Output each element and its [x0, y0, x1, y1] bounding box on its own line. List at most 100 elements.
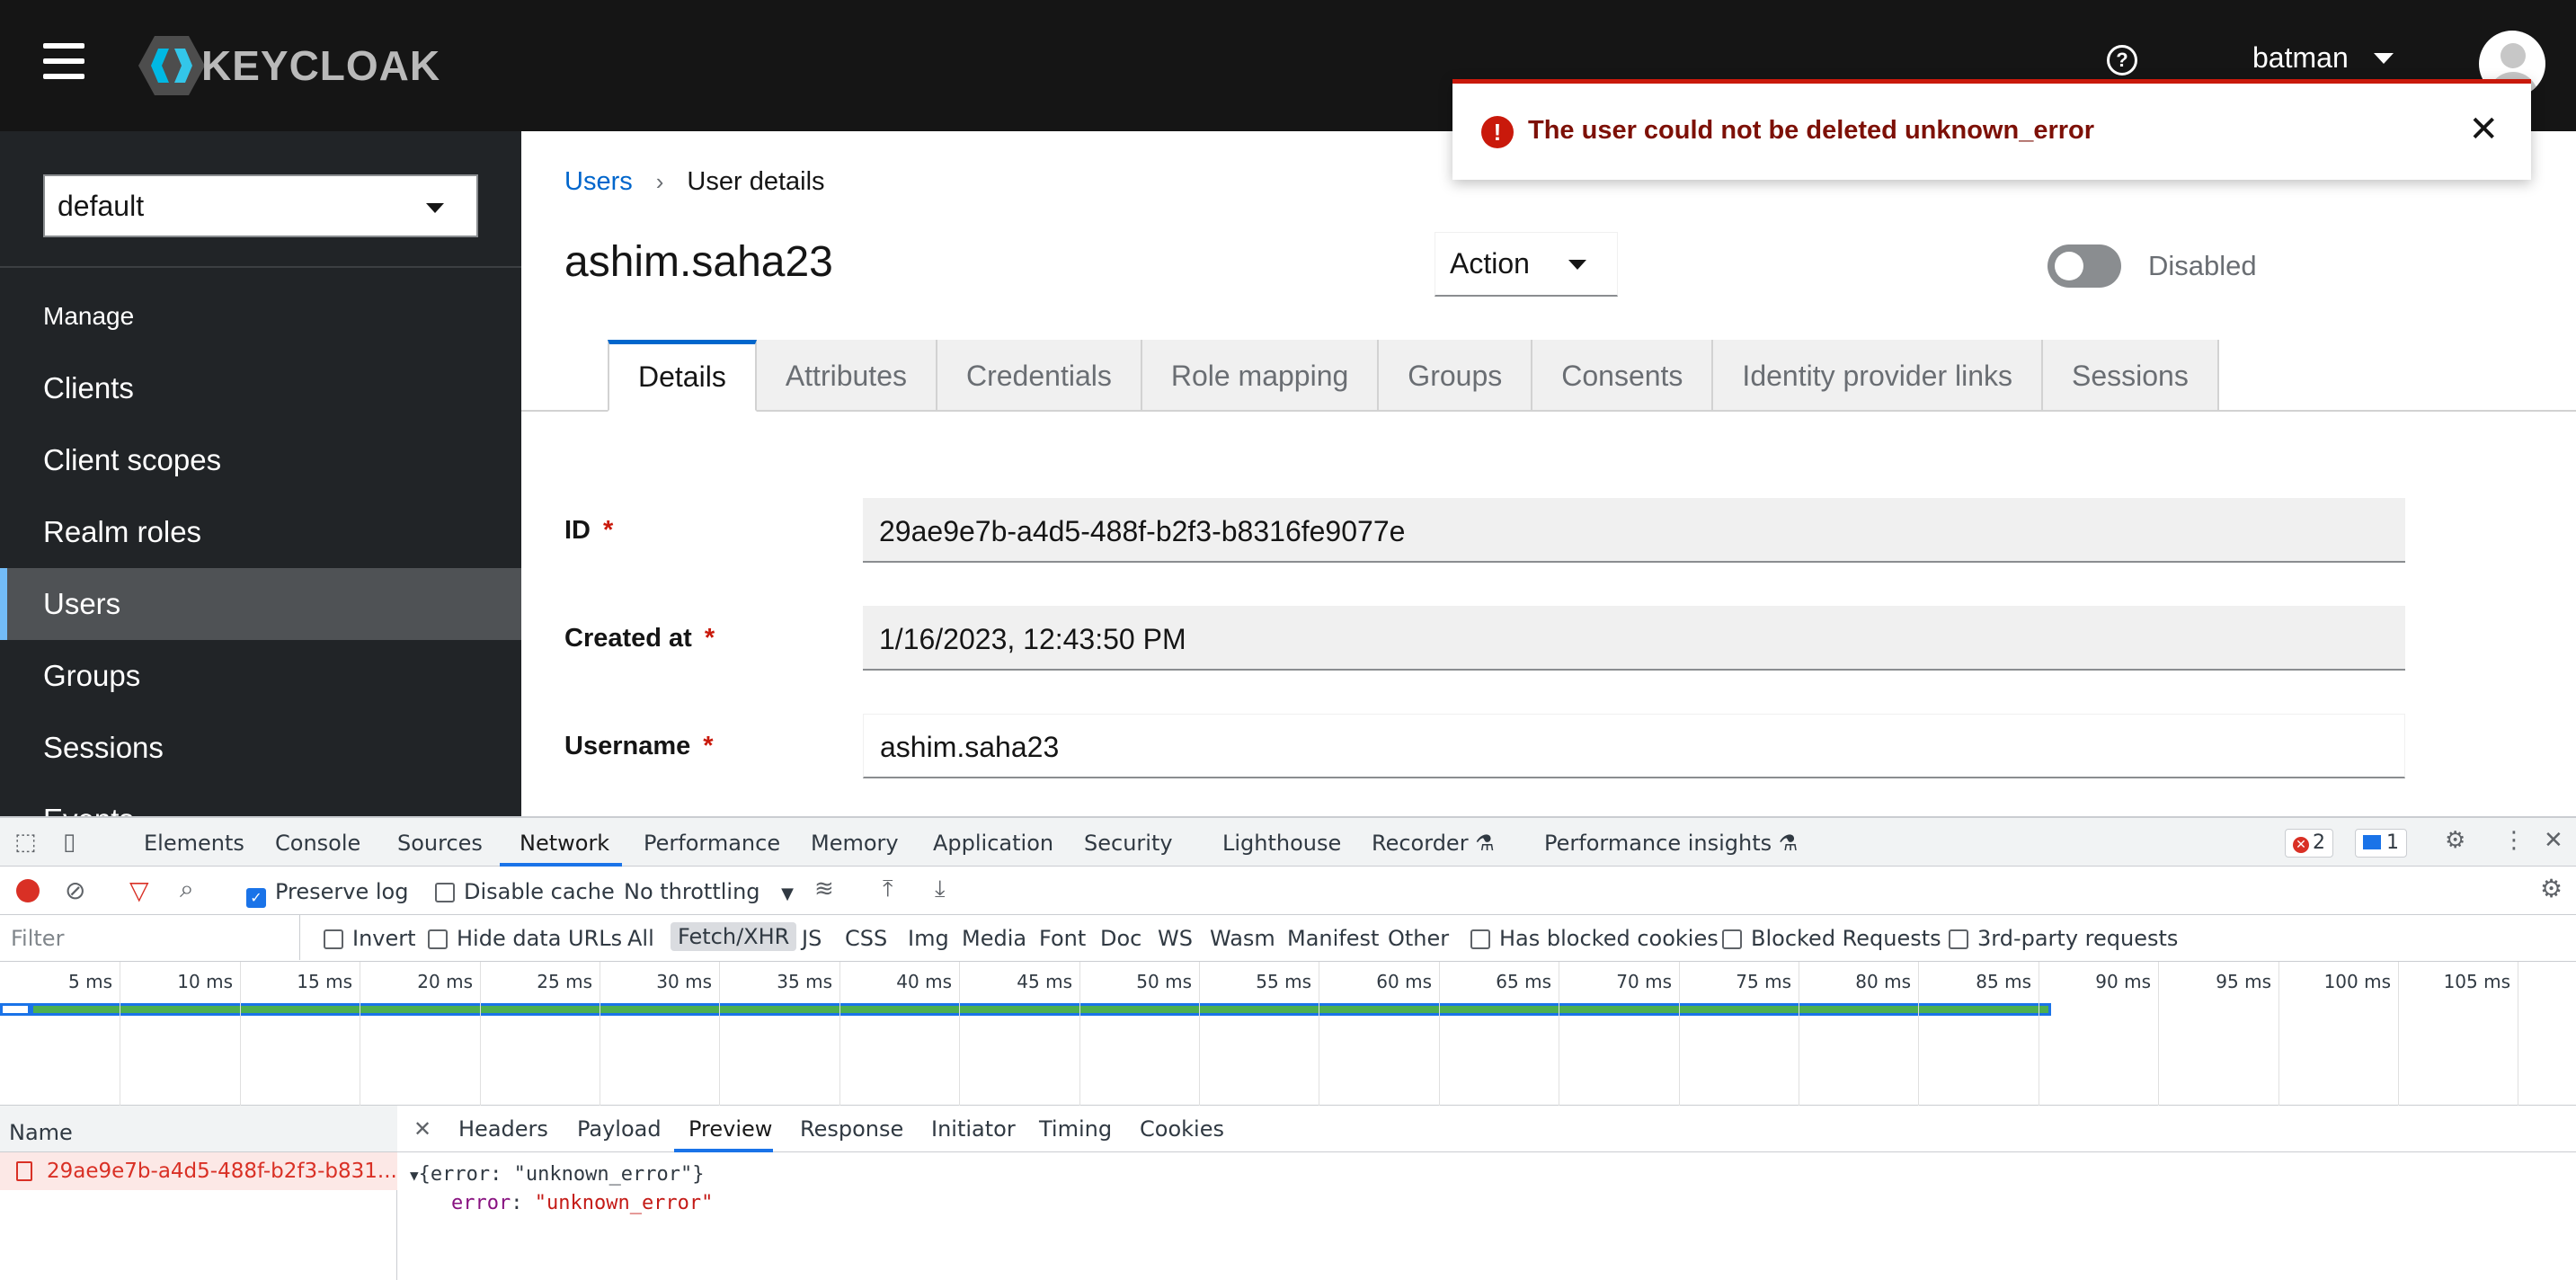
export-har-icon[interactable]: ⤓	[935, 876, 946, 903]
type-filter-img[interactable]: Img	[908, 926, 949, 951]
tab-sessions[interactable]: Sessions	[2043, 340, 2219, 412]
preserve-log-checkbox[interactable]: ✓ Preserve log	[246, 879, 408, 908]
record-icon[interactable]	[16, 879, 40, 902]
has-blocked-cookies-checkbox[interactable]: Has blocked cookies	[1470, 926, 1719, 951]
devtools-tab-elements[interactable]: Elements	[144, 831, 244, 856]
type-filter-js[interactable]: JS	[802, 926, 822, 951]
name-column-header[interactable]: Name	[0, 1106, 397, 1152]
request-row[interactable]: 29ae9e7b-a4d5-488f-b2f3-b831...	[0, 1152, 397, 1190]
json-summary-line[interactable]: ▼{error: "unknown_error"}	[410, 1163, 705, 1186]
detail-tab-timing[interactable]: Timing	[1039, 1116, 1112, 1142]
enabled-toggle[interactable]	[2047, 244, 2121, 288]
invert-checkbox[interactable]: Invert	[324, 926, 416, 951]
sidebar-item-realm-roles[interactable]: Realm roles	[0, 496, 521, 568]
devtools-tab-console[interactable]: Console	[275, 831, 360, 856]
tab-identity-provider-links[interactable]: Identity provider links	[1713, 340, 2043, 412]
sidebar-item-users[interactable]: Users	[0, 568, 521, 640]
type-filter-wasm[interactable]: Wasm	[1210, 926, 1275, 951]
blocked-requests-checkbox[interactable]: Blocked Requests	[1722, 926, 1941, 951]
network-waterfall-overview[interactable]: 5 ms 10 ms 15 ms 20 ms 25 ms 30 ms 35 ms 40 ms 4…	[0, 962, 2576, 1106]
detail-tab-headers[interactable]: Headers	[458, 1116, 548, 1142]
required-mark: *	[704, 624, 715, 653]
tab-role-mapping[interactable]: Role mapping	[1141, 340, 1380, 412]
detail-tab-payload[interactable]: Payload	[577, 1116, 662, 1142]
close-icon[interactable]: ✕	[413, 1116, 431, 1142]
devtools-tab-memory[interactable]: Memory	[811, 831, 899, 856]
request-detail-tabs: ✕ Headers Payload Preview Response Initi…	[397, 1106, 2576, 1152]
devtools-tab-sources[interactable]: Sources	[397, 831, 483, 856]
devtools-tabbar: ⬚ ▯ Elements Console Sources Network Per…	[0, 816, 2576, 867]
timeline-gridline	[1079, 962, 1080, 1106]
timeline-tick-label: 5 ms	[68, 971, 112, 992]
timeline-tick-label: 90 ms	[2095, 971, 2151, 992]
sidebar-item-clients[interactable]: Clients	[0, 352, 521, 424]
detail-tab-cookies[interactable]: Cookies	[1140, 1116, 1224, 1142]
keycloak-logo[interactable]: KEYCLOAK	[137, 25, 440, 106]
type-filter-ws[interactable]: WS	[1158, 926, 1193, 951]
inspect-element-icon[interactable]: ⬚	[14, 829, 37, 856]
tab-groups[interactable]: Groups	[1379, 340, 1533, 412]
tab-credentials[interactable]: Credentials	[937, 340, 1142, 412]
action-dropdown[interactable]: Action	[1435, 232, 1618, 297]
type-filter-font[interactable]: Font	[1039, 926, 1086, 951]
more-vertical-icon[interactable]: ⋮	[2502, 827, 2526, 854]
type-filter-other[interactable]: Other	[1388, 926, 1449, 951]
username-label: batman	[2252, 41, 2349, 74]
filter-icon[interactable]: ▽	[129, 876, 149, 905]
type-filter-css[interactable]: CSS	[845, 926, 887, 951]
disable-cache-checkbox[interactable]: Disable cache	[435, 879, 615, 904]
type-filter-manifest[interactable]: Manifest	[1287, 926, 1379, 951]
devtools-tab-lighthouse[interactable]: Lighthouse	[1222, 831, 1341, 856]
devtools-tab-application[interactable]: Application	[933, 831, 1053, 856]
enabled-toggle-label: Disabled	[2148, 250, 2257, 281]
detail-tab-preview[interactable]: Preview	[688, 1116, 772, 1142]
type-filter-doc[interactable]: Doc	[1100, 926, 1141, 951]
message-icon	[2363, 835, 2381, 849]
user-menu-toggle[interactable]: batman	[2252, 41, 2394, 75]
type-filter-media[interactable]: Media	[962, 926, 1026, 951]
network-toolbar: ⊘ ▽ ⌕ ✓ Preserve log Disable cache No thr…	[0, 867, 2576, 915]
clear-icon[interactable]: ⊘	[65, 876, 85, 905]
hide-data-urls-checkbox[interactable]: Hide data URLs	[428, 926, 622, 951]
timeline-tick-label: 35 ms	[777, 971, 832, 992]
sidebar: default Manage Clients Client scopes Rea…	[0, 131, 521, 816]
sidebar-item-groups[interactable]: Groups	[0, 640, 521, 712]
hamburger-menu-button[interactable]	[43, 43, 84, 79]
close-icon[interactable]: ✕	[2468, 109, 2499, 150]
timeline-tick-label: 50 ms	[1136, 971, 1192, 992]
type-filter-fetch-xhr[interactable]: Fetch/XHR	[671, 922, 797, 951]
gear-icon[interactable]: ⚙	[2445, 827, 2465, 854]
sidebar-item-client-scopes[interactable]: Client scopes	[0, 424, 521, 496]
search-icon[interactable]: ⌕	[180, 874, 194, 904]
third-party-requests-checkbox[interactable]: 3rd-party requests	[1949, 926, 2178, 951]
devtools-tab-performance-insights[interactable]: Performance insights ⚗	[1544, 831, 1798, 856]
network-conditions-icon[interactable]: ≋	[814, 876, 834, 902]
network-settings-gear-icon[interactable]: ⚙	[2540, 874, 2563, 903]
import-har-icon[interactable]: ⤒	[883, 876, 893, 903]
id-field[interactable]: 29ae9e7b-a4d5-488f-b2f3-b8316fe9077e	[863, 498, 2405, 563]
devtools-tab-recorder[interactable]: Recorder ⚗	[1372, 831, 1495, 856]
devtools-tab-performance[interactable]: Performance	[644, 831, 780, 856]
type-filter-all[interactable]: All	[627, 926, 654, 951]
tab-details[interactable]: Details	[608, 340, 757, 412]
help-icon[interactable]: ?	[2107, 45, 2137, 76]
sidebar-item-events[interactable]: Events	[0, 784, 521, 816]
message-count-badge[interactable]: 1	[2355, 829, 2407, 858]
sidebar-item-sessions[interactable]: Sessions	[0, 712, 521, 784]
filter-input[interactable]: Filter	[0, 915, 300, 960]
error-count-badge[interactable]: ✕ 2	[2285, 829, 2333, 858]
username-field[interactable]: ashim.saha23	[863, 714, 2405, 778]
close-icon[interactable]: ✕	[2544, 827, 2563, 854]
throttling-select[interactable]: No throttling ▼	[624, 879, 794, 904]
device-toolbar-icon[interactable]: ▯	[63, 829, 76, 856]
detail-tab-initiator[interactable]: Initiator	[931, 1116, 1016, 1142]
tab-consents[interactable]: Consents	[1532, 340, 1714, 412]
created-at-field[interactable]: 1/16/2023, 12:43:50 PM	[863, 606, 2405, 671]
breadcrumb-users-link[interactable]: Users	[564, 167, 633, 197]
devtools-tab-network[interactable]: Network	[520, 831, 609, 856]
detail-tab-response[interactable]: Response	[800, 1116, 903, 1142]
active-tab-indicator	[674, 1149, 773, 1152]
devtools-tab-security[interactable]: Security	[1084, 831, 1173, 856]
tab-attributes[interactable]: Attributes	[756, 340, 937, 412]
realm-selector[interactable]: default	[43, 174, 478, 237]
